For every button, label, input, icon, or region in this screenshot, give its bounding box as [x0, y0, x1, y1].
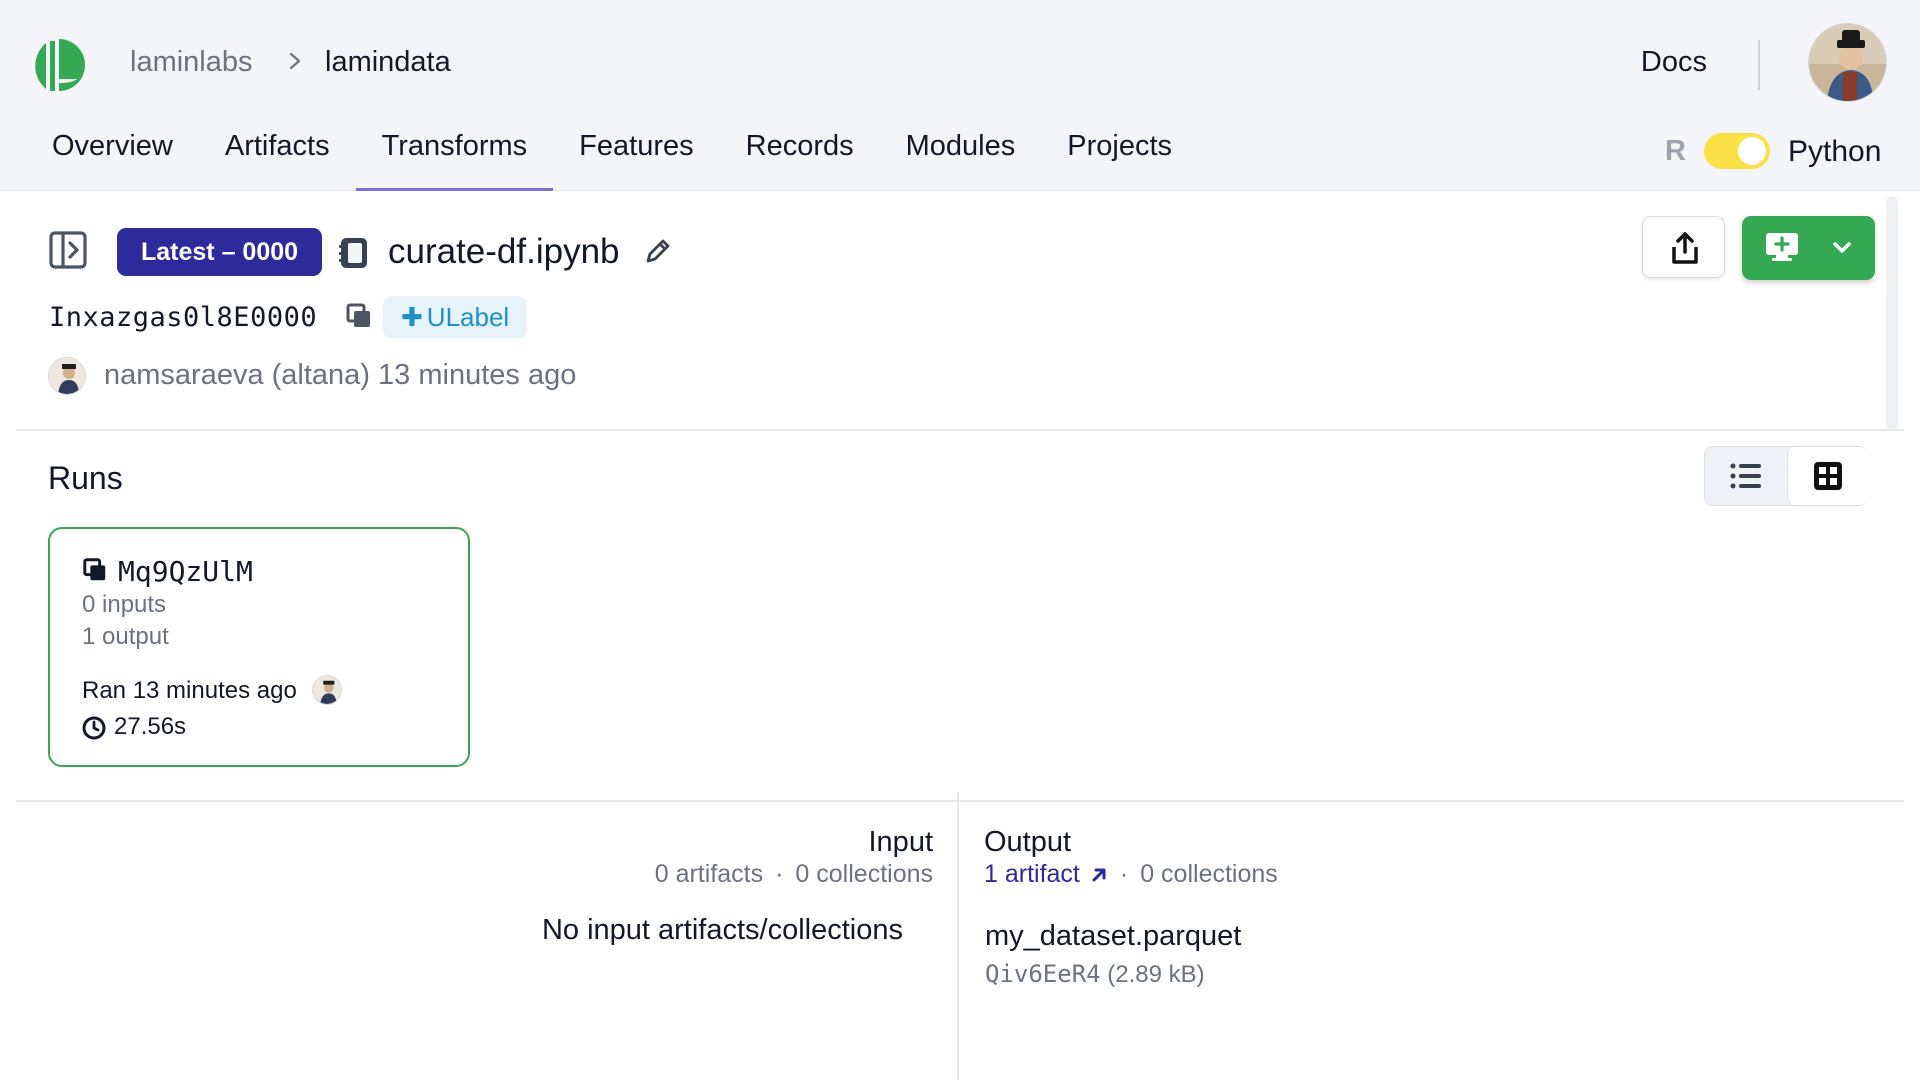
add-ulabel-button[interactable]: ✚ ULabel: [383, 296, 528, 338]
section-divider: [16, 800, 1904, 802]
copy-icon[interactable]: [82, 557, 108, 583]
main-nav: Overview Artifacts Transforms Features R…: [0, 120, 1198, 191]
grid-icon: [1814, 462, 1842, 490]
grid-view-button[interactable]: [1787, 447, 1868, 505]
input-artifact-count: 0 artifacts: [654, 860, 764, 888]
list-icon: [1730, 463, 1761, 489]
output-artifact-count: 1 artifact: [984, 860, 1080, 888]
run-outputs: 1 output: [82, 623, 169, 650]
clock-icon: [82, 716, 106, 740]
transform-title: curate-df.ipynb: [388, 232, 620, 271]
runs-heading: Runs: [48, 460, 123, 496]
lamin-logo[interactable]: [32, 33, 98, 99]
breadcrumb-org[interactable]: laminlabs: [130, 46, 253, 79]
output-artifact-meta: Qiv6EeR4 (2.89 kB): [985, 960, 1205, 989]
run-inputs: 0 inputs: [82, 591, 167, 618]
output-artifact-name[interactable]: my_dataset.parquet: [985, 920, 1241, 953]
tab-transforms[interactable]: Transforms: [355, 120, 554, 191]
toggle-knob: [1738, 137, 1766, 165]
ulabel-label: ULabel: [426, 302, 510, 332]
scrollbar[interactable]: [1886, 196, 1898, 430]
lang-r-label: R: [1665, 135, 1686, 167]
io-divider: [957, 792, 959, 1080]
transform-uid: Inxazgas0l8E0000: [49, 302, 318, 333]
sidebar-toggle-icon[interactable]: [48, 230, 88, 270]
run-user-avatar[interactable]: [312, 675, 342, 705]
lang-python-label: Python: [1788, 135, 1882, 168]
run-card[interactable]: Mq9QzUlM 0 inputs 1 output Ran 13 minute…: [48, 527, 470, 767]
run-time: Ran 13 minutes ago: [82, 677, 297, 704]
header-divider: [1758, 40, 1760, 90]
pencil-icon[interactable]: [643, 236, 673, 266]
input-empty-message: No input artifacts/collections: [541, 914, 903, 946]
separator-dot: ·: [775, 860, 784, 888]
breadcrumb-instance[interactable]: lamindata: [325, 46, 451, 79]
run-duration: 27.56s: [114, 713, 187, 740]
input-collection-count: 0 collections: [795, 860, 933, 888]
load-button[interactable]: [1742, 216, 1875, 280]
plus-icon: ✚: [401, 302, 423, 332]
tab-overview[interactable]: Overview: [0, 120, 199, 190]
output-heading: Output: [984, 826, 1072, 858]
version-badge[interactable]: Latest – 0000: [117, 228, 323, 276]
creator-avatar[interactable]: [48, 357, 86, 395]
tab-artifacts[interactable]: Artifacts: [199, 120, 356, 190]
input-heading: Input: [868, 826, 934, 858]
tab-modules[interactable]: Modules: [880, 120, 1042, 190]
monitor-plus-icon: [1766, 233, 1798, 261]
share-icon: [1672, 232, 1698, 264]
user-avatar[interactable]: [1808, 23, 1887, 102]
output-summary: 1 artifact · 0 collections: [984, 860, 1278, 889]
copy-icon[interactable]: [345, 302, 373, 330]
output-artifact-uid: Qiv6EeR4: [985, 960, 1101, 988]
run-uid: Mq9QzUlM: [118, 555, 253, 588]
created-by: namsaraeva (altana) 13 minutes ago: [104, 359, 577, 391]
share-button[interactable]: [1642, 216, 1725, 278]
docs-link[interactable]: Docs: [1641, 46, 1707, 79]
section-divider: [16, 429, 1904, 431]
chevron-right-icon: [289, 52, 301, 70]
tab-records[interactable]: Records: [720, 120, 880, 190]
notebook-icon: [339, 238, 367, 268]
output-artifacts-link[interactable]: 1 artifact: [984, 860, 1108, 889]
separator-dot: ·: [1119, 860, 1129, 888]
view-toggle: [1704, 446, 1868, 506]
language-toggle[interactable]: [1704, 133, 1770, 169]
tab-projects[interactable]: Projects: [1041, 120, 1198, 190]
list-view-button[interactable]: [1705, 447, 1787, 505]
tab-features[interactable]: Features: [553, 120, 719, 190]
chevron-down-icon: [1833, 242, 1851, 253]
output-artifact-size: (2.89 kB): [1107, 961, 1205, 988]
arrow-up-right-icon: [1092, 868, 1106, 881]
output-collection-count: 0 collections: [1140, 860, 1278, 888]
input-summary: 0 artifacts · 0 collections: [655, 860, 933, 889]
app-header: laminlabs lamindata Docs Overview Artifa…: [0, 0, 1920, 191]
